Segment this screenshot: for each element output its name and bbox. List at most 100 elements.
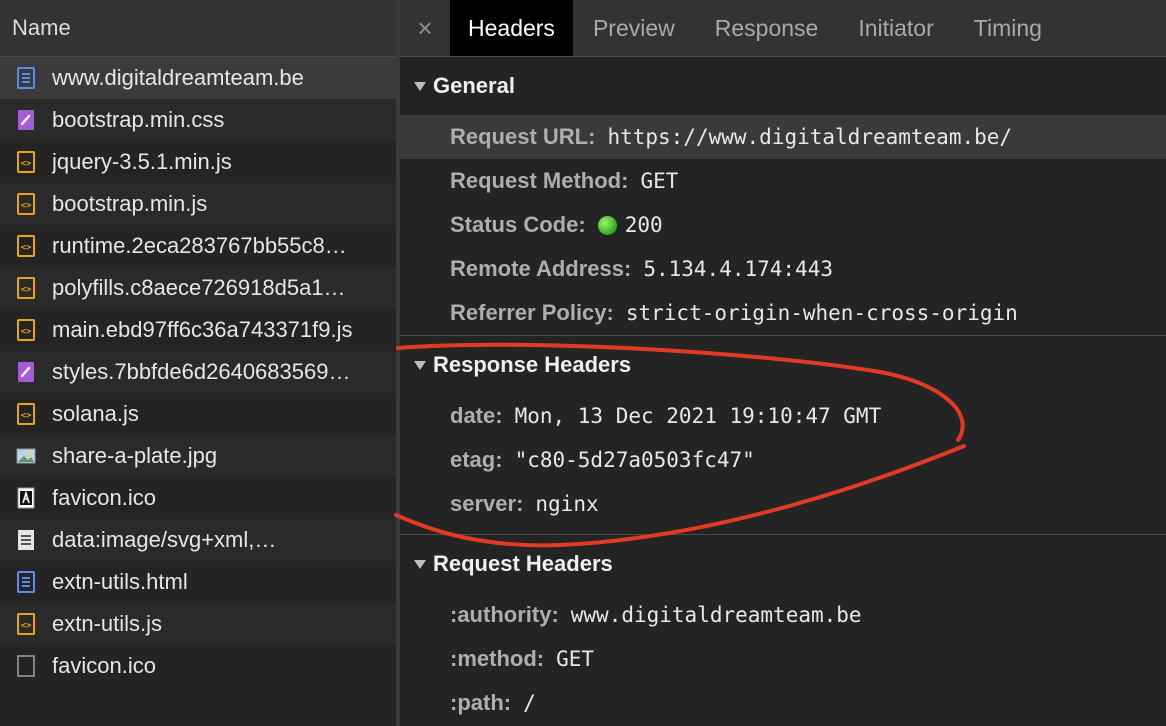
header-value: 5.134.4.174:443 — [643, 257, 833, 281]
header-value: strict-origin-when-cross-origin — [625, 301, 1018, 325]
tab-initiator[interactable]: Initiator — [838, 0, 953, 56]
name-column-label: Name — [12, 15, 71, 40]
svg-text:<>: <> — [21, 159, 32, 169]
header-value: "c80-5d27a0503fc47" — [514, 448, 755, 472]
header-value: GET — [640, 169, 679, 193]
request-name: solana.js — [52, 401, 139, 426]
request-row[interactable]: <> runtime.2eca283767bb55c8… — [0, 225, 396, 267]
header-key: :authority: — [450, 602, 559, 627]
request-row[interactable]: <> main.ebd97ff6c36a743371f9.js — [0, 309, 396, 351]
response-header-row: server: nginx — [400, 482, 1166, 526]
svg-text:<>: <> — [21, 285, 32, 295]
header-key: etag: — [450, 447, 503, 472]
header-value: Mon, 13 Dec 2021 19:10:47 GMT — [514, 404, 882, 428]
response-header-row: etag: "c80-5d27a0503fc47" — [400, 438, 1166, 482]
section-title: Response Headers — [433, 352, 632, 377]
header-key: :method: — [450, 646, 545, 671]
header-key: :path: — [450, 690, 512, 715]
header-key: Remote Address: — [450, 256, 632, 281]
header-key: server: — [450, 491, 524, 516]
stylesheet-file-icon — [16, 360, 36, 384]
section-title: Request Headers — [433, 551, 613, 576]
request-row[interactable]: extn-utils.html — [0, 561, 396, 603]
request-header-row: :authority: www.digitaldreamteam.be — [400, 593, 1166, 637]
header-value: GET — [556, 647, 595, 671]
header-value: www.digitaldreamteam.be — [570, 603, 862, 627]
request-row[interactable]: favicon.ico — [0, 477, 396, 519]
svg-text:<>: <> — [21, 327, 32, 337]
referrer-policy-row: Referrer Policy: strict-origin-when-cros… — [400, 291, 1166, 335]
script-file-icon: <> — [16, 192, 36, 216]
request-name: www.digitaldreamteam.be — [52, 65, 304, 90]
triangle-down-icon — [414, 81, 426, 91]
request-row[interactable]: share-a-plate.jpg — [0, 435, 396, 477]
request-name: styles.7bbfde6d2640683569… — [52, 359, 351, 384]
header-value: 200 — [624, 213, 663, 237]
svg-text:<>: <> — [21, 201, 32, 211]
request-header-row: :path: / — [400, 681, 1166, 725]
details-tab-bar: × Headers Preview Response Initiator Tim… — [400, 0, 1166, 57]
request-row[interactable]: favicon.ico — [0, 645, 396, 687]
script-file-icon: <> — [16, 276, 36, 300]
request-row[interactable]: <> solana.js — [0, 393, 396, 435]
request-name: main.ebd97ff6c36a743371f9.js — [52, 317, 353, 342]
script-file-icon: <> — [16, 318, 36, 342]
triangle-down-icon — [414, 360, 426, 370]
blank-file-icon — [16, 654, 36, 678]
tab-response[interactable]: Response — [695, 0, 839, 56]
header-value: / — [523, 691, 536, 715]
svg-file-icon — [16, 528, 36, 552]
request-name: share-a-plate.jpg — [52, 443, 218, 468]
script-file-icon: <> — [16, 612, 36, 636]
request-method-row: Request Method: GET — [400, 159, 1166, 203]
request-row[interactable]: bootstrap.min.css — [0, 99, 396, 141]
stylesheet-file-icon — [16, 108, 36, 132]
response-headers-section-toggle[interactable]: Response Headers — [400, 336, 1166, 394]
tab-preview[interactable]: Preview — [573, 0, 695, 56]
request-row[interactable]: styles.7bbfde6d2640683569… — [0, 351, 396, 393]
section-title: General — [433, 73, 515, 98]
document-file-icon — [16, 570, 36, 594]
image-file-icon — [16, 444, 36, 468]
status-code-row: Status Code: 200 — [400, 203, 1166, 247]
header-key: date: — [450, 403, 503, 428]
close-icon[interactable]: × — [400, 0, 450, 56]
header-key: Request URL: — [450, 124, 596, 149]
request-row[interactable]: www.digitaldreamteam.be — [0, 57, 396, 99]
script-file-icon: <> — [16, 402, 36, 426]
request-name: data:image/svg+xml,… — [52, 527, 277, 552]
request-name: favicon.ico — [52, 485, 156, 510]
request-row[interactable]: <> jquery-3.5.1.min.js — [0, 141, 396, 183]
header-value: nginx — [535, 492, 599, 516]
header-key: Status Code: — [450, 212, 586, 237]
tab-timing[interactable]: Timing — [954, 0, 1062, 56]
request-headers-section-toggle[interactable]: Request Headers — [400, 535, 1166, 593]
tab-headers[interactable]: Headers — [450, 0, 573, 56]
general-section-toggle[interactable]: General — [400, 57, 1166, 115]
status-ok-icon — [597, 215, 617, 235]
svg-text:<>: <> — [21, 243, 32, 253]
request-row[interactable]: <> bootstrap.min.js — [0, 183, 396, 225]
request-row[interactable]: <> polyfills.c8aece726918d5a1… — [0, 267, 396, 309]
request-name: bootstrap.min.css — [52, 107, 225, 132]
request-row[interactable]: data:image/svg+xml,… — [0, 519, 396, 561]
favicon-file-icon — [16, 486, 36, 510]
request-details-panel: × Headers Preview Response Initiator Tim… — [400, 0, 1166, 726]
request-name: jquery-3.5.1.min.js — [52, 149, 232, 174]
svg-text:<>: <> — [21, 621, 32, 631]
name-column-header[interactable]: Name — [0, 0, 396, 57]
remote-address-row: Remote Address: 5.134.4.174:443 — [400, 247, 1166, 291]
header-value: https://www.digitaldreamteam.be/ — [607, 125, 1013, 149]
request-list-panel: Name www.digitaldreamteam.be bootstrap.m… — [0, 0, 396, 726]
svg-text:<>: <> — [21, 411, 32, 421]
request-url-row: Request URL: https://www.digitaldreamtea… — [400, 115, 1166, 159]
request-name: bootstrap.min.js — [52, 191, 208, 216]
request-name: favicon.ico — [52, 653, 156, 678]
request-name: extn-utils.js — [52, 611, 163, 636]
request-row[interactable]: <> extn-utils.js — [0, 603, 396, 645]
header-key: Request Method: — [450, 168, 629, 193]
script-file-icon: <> — [16, 150, 36, 174]
triangle-down-icon — [414, 559, 426, 569]
request-name: polyfills.c8aece726918d5a1… — [52, 275, 346, 300]
document-file-icon — [16, 66, 36, 90]
